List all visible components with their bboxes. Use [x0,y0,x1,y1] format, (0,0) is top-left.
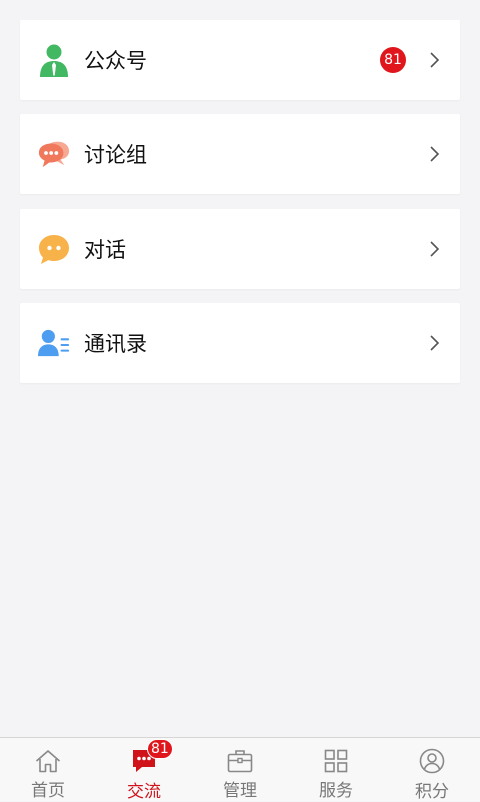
list-item-label: 公众号 [84,49,147,73]
list-item-contacts[interactable]: 通讯录 [20,303,460,383]
chevron-right-icon [426,52,442,68]
briefcase-icon [227,748,253,773]
tab-label: 积分 [415,782,449,802]
bottom-tab-bar: 首页 81 交流 管理 服务 积分 [0,737,480,802]
list-item-label: 对话 [84,238,126,262]
chevron-right-icon [426,335,442,351]
chevron-right-icon [426,241,442,257]
contacts-icon [38,327,70,359]
tab-communication[interactable]: 81 交流 [96,738,192,802]
tab-services[interactable]: 服务 [288,738,384,801]
home-icon [35,748,61,773]
tab-management[interactable]: 管理 [192,738,288,801]
discussion-group-icon [38,138,70,170]
chat-bubble-icon [38,233,70,265]
profile-icon [419,748,445,774]
tab-home[interactable]: 首页 [0,738,96,801]
tab-points[interactable]: 积分 [384,738,480,802]
list-item-label: 通讯录 [84,332,147,356]
list-item-chat[interactable]: 对话 [20,209,460,289]
grid-icon [323,748,349,773]
tab-label: 服务 [319,781,353,801]
official-account-icon [38,44,70,77]
list-item-label: 讨论组 [84,143,147,167]
message-icon: 81 [131,739,173,774]
tab-label: 交流 [127,782,161,802]
list-item-discussion-group[interactable]: 讨论组 [20,114,460,194]
tab-unread-badge: 81 [147,739,173,759]
tab-label: 管理 [223,781,257,801]
list-item-official-account[interactable]: 公众号 81 [20,20,460,100]
unread-badge: 81 [380,47,406,73]
tab-label: 首页 [31,781,65,801]
chevron-right-icon [426,146,442,162]
